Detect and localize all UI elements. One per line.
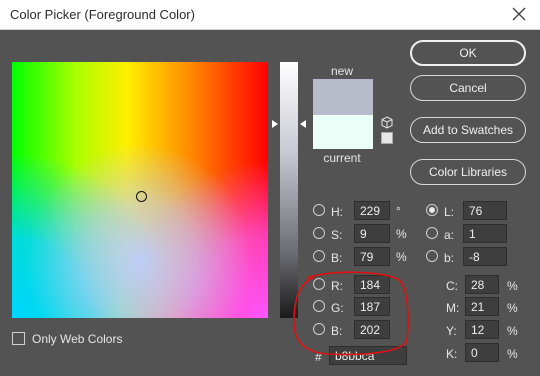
lab-a-field[interactable]: 1 (463, 224, 507, 243)
slider-right-arrow-icon[interactable] (300, 120, 306, 128)
lab-l-radio[interactable] (426, 204, 438, 216)
hue-unit: ° (396, 204, 401, 218)
color-libraries-button[interactable]: Color Libraries (410, 159, 526, 185)
magenta-label: M: (446, 301, 460, 315)
hue-field[interactable]: 229 (354, 201, 390, 220)
hue-label: H: (331, 205, 343, 219)
color-field-cursor[interactable] (136, 191, 147, 202)
yellow-unit: % (507, 324, 518, 338)
brightness-radio[interactable] (313, 250, 325, 262)
current-color-swatch[interactable] (313, 115, 373, 149)
lab-b-field[interactable]: -8 (463, 247, 507, 266)
lab-l-field[interactable]: 76 (463, 201, 507, 220)
lab-b-label: b: (444, 251, 455, 265)
color-field-light-layer (12, 62, 268, 318)
magenta-unit: % (507, 301, 518, 315)
cyan-field[interactable]: 28 (465, 275, 499, 294)
cancel-button[interactable]: Cancel (410, 75, 526, 101)
current-color-label: current (323, 151, 361, 165)
cyan-label: C: (446, 279, 458, 293)
cyan-unit: % (507, 279, 518, 293)
slider-left-arrow-icon[interactable] (272, 120, 278, 128)
annotation-circle (293, 271, 409, 356)
magenta-field[interactable]: 21 (465, 297, 499, 316)
color-field[interactable] (12, 62, 268, 318)
websafe-swatch-icon[interactable] (381, 132, 393, 144)
yellow-label: Y: (446, 324, 457, 338)
add-to-swatches-button[interactable]: Add to Swatches (410, 117, 526, 143)
close-icon[interactable] (510, 5, 528, 23)
lab-b-radio[interactable] (426, 250, 438, 262)
brightness-field[interactable]: 79 (354, 247, 390, 266)
saturation-label: S: (331, 228, 343, 242)
black-field[interactable]: 0 (465, 343, 499, 362)
brightness-label: B: (331, 251, 343, 265)
hue-radio[interactable] (313, 204, 325, 216)
lab-a-label: a: (444, 228, 455, 242)
black-unit: % (507, 347, 518, 361)
yellow-field[interactable]: 12 (465, 320, 499, 339)
ok-button[interactable]: OK (410, 40, 526, 66)
saturation-unit: % (396, 227, 407, 241)
saturation-radio[interactable] (313, 227, 325, 239)
lab-a-radio[interactable] (426, 227, 438, 239)
window-title: Color Picker (Foreground Color) (10, 7, 195, 22)
black-label: K: (446, 347, 458, 361)
only-web-colors-label: Only Web Colors (32, 332, 123, 346)
lab-l-label: L: (444, 205, 455, 219)
cube-icon[interactable] (381, 116, 393, 129)
brightness-unit: % (396, 250, 407, 264)
title-bar: Color Picker (Foreground Color) (0, 0, 540, 30)
new-color-label: new (330, 64, 353, 78)
only-web-colors-checkbox[interactable] (12, 332, 25, 345)
saturation-field[interactable]: 9 (354, 224, 390, 243)
new-color-swatch (313, 79, 373, 115)
